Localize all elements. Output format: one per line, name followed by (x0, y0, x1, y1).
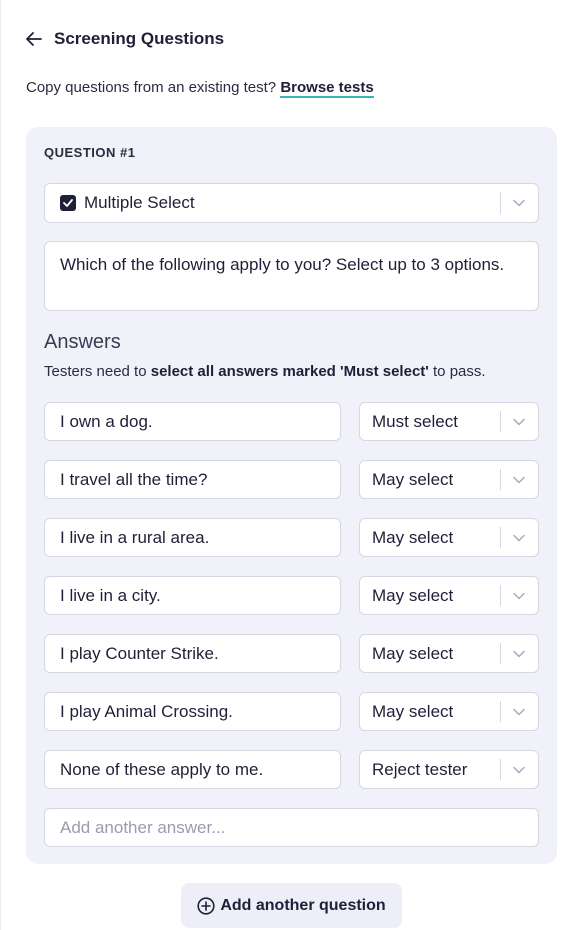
answer-rule-select-3[interactable]: May select (359, 518, 539, 557)
add-question-button[interactable]: Add another question (181, 883, 402, 928)
answers-heading: Answers (44, 331, 121, 353)
chevron-down-icon (513, 476, 525, 483)
answer-rule-select-1[interactable]: Must select (359, 402, 539, 441)
page-title: Screening Questions (54, 29, 225, 48)
answers-help-suffix: to pass. (428, 363, 486, 380)
select-divider (500, 469, 501, 490)
answer-rule-value: Reject tester (372, 759, 468, 779)
answer-input-6[interactable]: I play Animal Crossing. (44, 692, 341, 731)
chevron-down-icon (513, 592, 525, 599)
chevron-down-icon (513, 418, 525, 425)
plus-circle-icon (197, 896, 215, 915)
answer-rule-select-5[interactable]: May select (359, 634, 539, 673)
add-question-label: Add another question (220, 896, 386, 914)
select-divider (500, 643, 501, 664)
select-divider (500, 411, 501, 432)
copy-questions-line: Copy questions from an existing test? Br… (26, 79, 374, 98)
answers-help-bold: select all answers marked 'Must select' (150, 363, 429, 380)
answer-input-2[interactable]: I travel all the time? (44, 460, 341, 499)
answers-help-prefix: Testers need to (44, 363, 151, 380)
question-text-input[interactable]: Which of the following apply to you? Sel… (44, 241, 539, 311)
answer-rule-select-2[interactable]: May select (359, 460, 539, 499)
question-card: QUESTION #1 Multiple Select Which of the… (26, 127, 557, 864)
select-divider (500, 527, 501, 548)
arrow-left-icon (26, 32, 42, 46)
answer-rule-value: May select (372, 469, 454, 489)
answer-rule-select-4[interactable]: May select (359, 576, 539, 615)
back-button[interactable] (24, 29, 44, 49)
answer-input-3[interactable]: I live in a rural area. (44, 518, 341, 557)
select-divider (500, 759, 501, 780)
add-answer-input[interactable]: Add another answer... (44, 808, 539, 847)
chevron-down-icon (513, 766, 525, 773)
answer-input-1[interactable]: I own a dog. (44, 402, 341, 441)
answer-rule-value: Must select (372, 411, 458, 431)
question-type-value: Multiple Select (84, 193, 195, 212)
answer-input-4[interactable]: I live in a city. (44, 576, 341, 615)
answer-rule-select-6[interactable]: May select (359, 692, 539, 731)
chevron-down-icon (513, 650, 525, 657)
answer-rule-value: May select (372, 643, 454, 663)
answer-input-5[interactable]: I play Counter Strike. (44, 634, 341, 673)
header: Screening Questions (24, 27, 224, 51)
select-divider (500, 701, 501, 722)
answer-rule-select-7[interactable]: Reject tester (359, 750, 539, 789)
chevron-down-icon (513, 199, 525, 207)
select-divider (500, 192, 501, 214)
chevron-down-icon (513, 534, 525, 541)
answer-rule-value: May select (372, 585, 454, 605)
chevron-down-icon (513, 708, 525, 715)
select-divider (500, 585, 501, 606)
question-type-select[interactable]: Multiple Select (44, 183, 539, 223)
checkbox-checked-icon (60, 195, 76, 211)
question-number-label: QUESTION #1 (44, 145, 136, 160)
answers-help-text: Testers need to select all answers marke… (44, 363, 486, 380)
answer-input-7[interactable]: None of these apply to me. (44, 750, 341, 789)
browse-tests-link[interactable]: Browse tests (280, 79, 374, 98)
copy-prompt: Copy questions from an existing test? (26, 79, 277, 96)
answer-rule-value: May select (372, 527, 454, 547)
answer-rule-value: May select (372, 701, 454, 721)
